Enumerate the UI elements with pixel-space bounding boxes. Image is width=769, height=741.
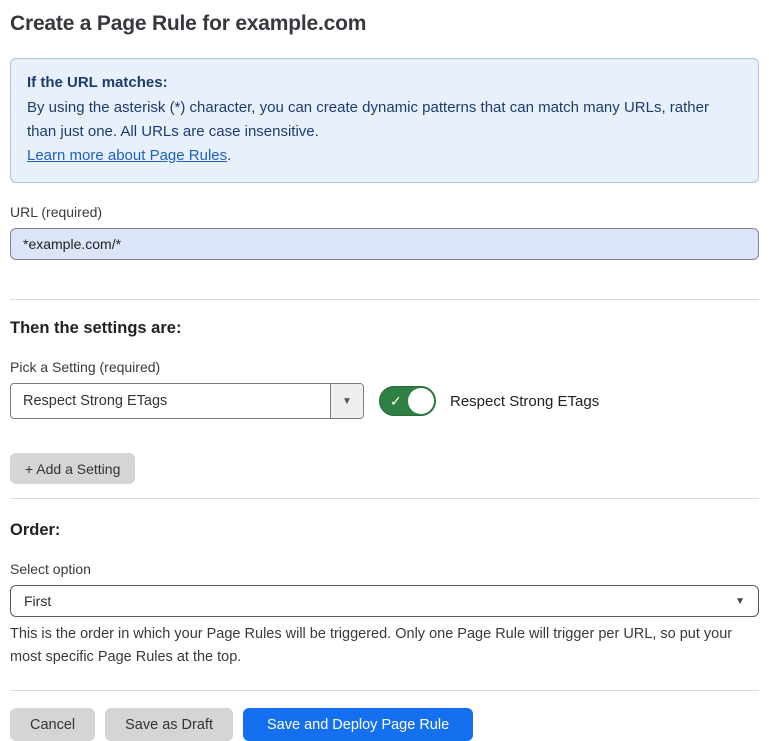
order-heading: Order:	[10, 521, 759, 540]
page-title: Create a Page Rule for example.com	[10, 0, 759, 36]
order-select[interactable]: First ▼	[10, 585, 759, 617]
info-box-heading: If the URL matches:	[27, 71, 742, 95]
add-setting-button[interactable]: + Add a Setting	[10, 453, 135, 484]
section-divider	[10, 690, 759, 691]
order-select-value: First	[24, 593, 51, 609]
url-match-info-box: If the URL matches: By using the asteris…	[10, 58, 759, 183]
etags-toggle[interactable]: ✓	[379, 386, 436, 416]
url-label: URL (required)	[10, 204, 759, 220]
link-suffix: .	[227, 147, 231, 164]
save-deploy-button[interactable]: Save and Deploy Page Rule	[243, 708, 473, 741]
settings-heading: Then the settings are:	[10, 319, 759, 338]
check-icon: ✓	[390, 394, 402, 408]
toggle-knob	[408, 388, 434, 414]
cancel-button[interactable]: Cancel	[10, 708, 95, 741]
chevron-down-icon: ▼	[342, 396, 352, 407]
url-input[interactable]	[10, 228, 759, 260]
select-option-label: Select option	[10, 561, 759, 577]
chevron-down-icon: ▼	[735, 596, 745, 607]
order-help-text: This is the order in which your Page Rul…	[10, 623, 755, 669]
info-box-link-line: Learn more about Page Rules.	[27, 144, 742, 168]
section-divider	[10, 299, 759, 300]
pick-setting-label: Pick a Setting (required)	[10, 359, 759, 375]
section-divider	[10, 498, 759, 499]
save-draft-button[interactable]: Save as Draft	[105, 708, 233, 741]
setting-dropdown[interactable]: Respect Strong ETags ▼	[10, 383, 364, 419]
page-rule-form: Create a Page Rule for example.com If th…	[0, 0, 769, 741]
footer-actions: Cancel Save as Draft Save and Deploy Pag…	[10, 708, 759, 741]
toggle-label: Respect Strong ETags	[450, 393, 599, 410]
learn-more-link[interactable]: Learn more about Page Rules	[27, 147, 227, 164]
dropdown-arrow-button[interactable]: ▼	[330, 384, 363, 418]
info-box-body: By using the asterisk (*) character, you…	[27, 96, 742, 144]
setting-row: Respect Strong ETags ▼ ✓ Respect Strong …	[10, 383, 759, 419]
setting-dropdown-value: Respect Strong ETags	[11, 384, 330, 418]
